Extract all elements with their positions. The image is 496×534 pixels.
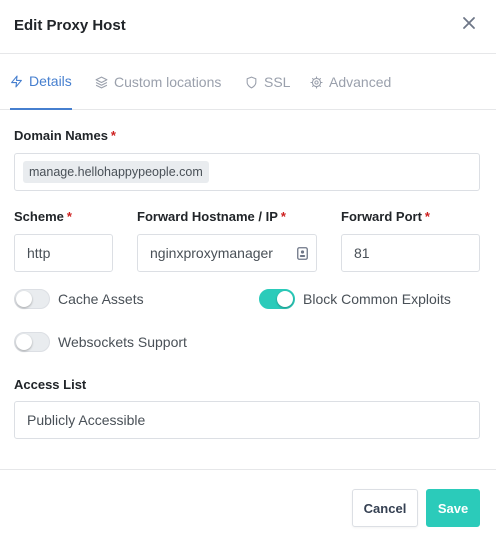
domain-names-label: Domain Names * [14, 128, 116, 143]
forward-host-value: nginxproxymanager [150, 245, 273, 261]
block-exploits-toggle[interactable] [259, 289, 295, 309]
gear-icon [310, 76, 323, 88]
scheme-input[interactable]: http [14, 234, 113, 272]
cancel-button[interactable]: Cancel [352, 489, 418, 527]
toggle-knob [16, 334, 32, 350]
toggle-knob [277, 291, 293, 307]
scheme-label-text: Scheme [14, 209, 64, 224]
tab-advanced[interactable]: Advanced [310, 54, 391, 110]
tab-label: Advanced [329, 74, 392, 90]
domain-names-label-text: Domain Names [14, 128, 108, 143]
toggle-knob [16, 291, 32, 307]
tab-bar: Details Custom locations SSL Advanced [0, 54, 496, 110]
cache-assets-toggle[interactable] [14, 289, 50, 309]
access-list-select[interactable]: Publicly Accessible [14, 401, 480, 439]
access-list-value: Publicly Accessible [27, 412, 146, 428]
tab-label: Details [29, 73, 72, 89]
shield-icon [246, 76, 257, 88]
access-list-label: Access List [14, 377, 87, 392]
modal-footer: Cancel Save [0, 469, 496, 534]
tab-label: SSL [264, 74, 291, 90]
scheme-value: http [27, 245, 51, 261]
required-mark: * [424, 209, 430, 224]
layers-icon [95, 76, 108, 88]
modal-header: Edit Proxy Host [0, 0, 496, 54]
required-mark: * [280, 209, 286, 224]
required-mark: * [66, 209, 72, 224]
block-exploits-label: Block Common Exploits [303, 291, 451, 307]
forward-port-label: Forward Port * [341, 209, 430, 224]
bolt-icon [11, 75, 22, 87]
websockets-label: Websockets Support [58, 334, 187, 350]
tab-custom-locations[interactable]: Custom locations [95, 54, 221, 110]
domain-chip[interactable]: manage.hellohappypeople.com [23, 161, 209, 183]
forward-port-label-text: Forward Port [341, 209, 422, 224]
forward-host-label: Forward Hostname / IP * [137, 209, 286, 224]
scheme-label: Scheme * [14, 209, 72, 224]
websockets-toggle[interactable] [14, 332, 50, 352]
forward-port-input[interactable]: 81 [341, 234, 480, 272]
forward-host-label-text: Forward Hostname / IP [137, 209, 278, 224]
domain-names-input[interactable]: manage.hellohappypeople.com [14, 153, 480, 191]
contact-card-icon[interactable] [297, 247, 308, 260]
required-mark: * [110, 128, 116, 143]
cache-assets-label: Cache Assets [58, 291, 144, 307]
modal-title: Edit Proxy Host [14, 17, 126, 34]
close-icon[interactable] [462, 16, 476, 30]
tab-label: Custom locations [114, 74, 222, 90]
save-button[interactable]: Save [426, 489, 480, 527]
tab-details[interactable]: Details [10, 54, 72, 110]
tab-ssl[interactable]: SSL [245, 54, 290, 110]
forward-host-input[interactable]: nginxproxymanager [137, 234, 317, 272]
forward-port-value: 81 [354, 245, 370, 261]
